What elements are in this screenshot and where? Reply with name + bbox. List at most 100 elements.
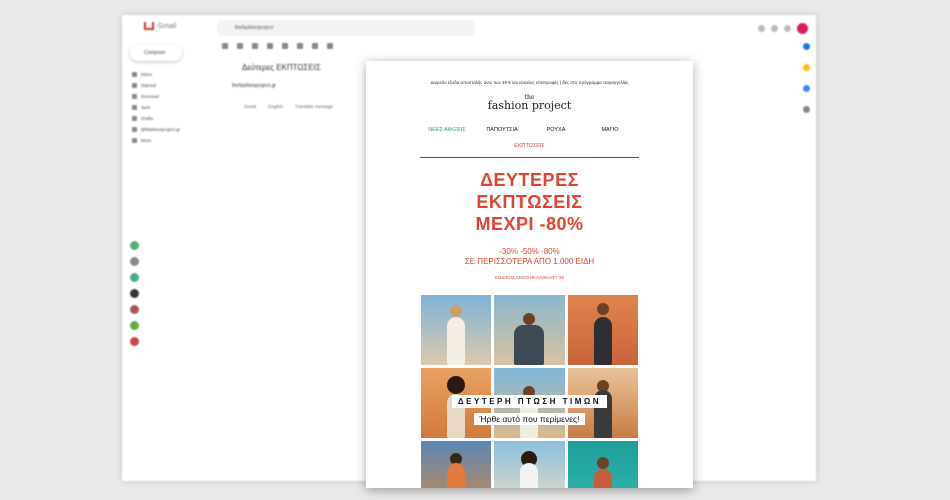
compose-button[interactable]: Compose [130, 45, 182, 61]
sidebar-item-label: Snoozed [141, 94, 159, 99]
add-icon[interactable] [802, 106, 810, 113]
sidebar-item-label: Sent [141, 105, 151, 110]
discount-subtitle: -30% -50% -80% ΣΕ ΠΕΡΙΣΣΟΤΕΡΑ ΑΠΟ 1.000 … [366, 247, 693, 267]
chat-item[interactable] [130, 285, 210, 301]
chat-item[interactable] [130, 253, 210, 269]
menu-sales[interactable]: ΕΚΠΤΩΣΕΙΣ [366, 143, 693, 149]
sidebar-item-sent[interactable]: Sent [132, 102, 180, 113]
item-count: ΣΕ ΠΕΡΙΣΣΟΤΕΡΑ ΑΠΟ 1.000 ΕΙΔΗ [464, 257, 595, 266]
chat-item[interactable] [130, 333, 210, 349]
draft-icon [132, 116, 137, 121]
compose-label: Compose [144, 50, 166, 56]
calendar-icon[interactable] [802, 43, 810, 50]
sidebar-item-drafts[interactable]: Drafts [132, 113, 180, 124]
head-shape [596, 303, 609, 315]
avatar [130, 256, 139, 266]
mail-icon[interactable] [282, 43, 288, 49]
search-value: thefashionproject [235, 25, 274, 31]
discount-tiers: -30% -50% -80% [499, 247, 560, 256]
menu-shoes[interactable]: ΠΑΠΟΥΤΣΙΑ [486, 127, 517, 133]
avatar [130, 272, 139, 282]
gmail-m-icon [144, 22, 154, 30]
source-language[interactable]: Greek [244, 104, 256, 109]
divider [420, 157, 639, 158]
price-drop-overlay[interactable]: ΔΕΥΤΕΡΗ ΠΤΩΣΗ ΤΙΜΩΝ Ήρθε αυτό που περίμε… [366, 391, 693, 427]
avatar [130, 336, 139, 346]
sidebar-item-label: Inbox [141, 72, 153, 77]
head-shape [596, 457, 609, 469]
avatar [130, 304, 139, 314]
newsletter-email: Δωρεάν έξοδα αποστολής άνω των 49 € και … [366, 61, 693, 488]
tasks-icon[interactable] [802, 85, 810, 92]
model-photo [421, 295, 492, 365]
sidebar-item-snoozed[interactable]: Snoozed [132, 91, 180, 102]
figure-shape [447, 317, 466, 365]
translate-bar: Greek English Translate message [244, 104, 333, 109]
sidebar-nav: Inbox Starred Snoozed Sent Drafts @tfash… [132, 69, 180, 146]
figure-shape [593, 469, 612, 488]
model-photo [494, 295, 565, 365]
figure-shape [514, 325, 545, 365]
chat-item[interactable] [130, 301, 210, 317]
side-panel [800, 43, 812, 113]
chat-item[interactable] [130, 317, 210, 333]
clock-icon[interactable] [297, 43, 303, 49]
keep-icon[interactable] [802, 64, 810, 71]
search-input[interactable]: thefashionproject [217, 20, 475, 36]
translate-link[interactable]: Translate message [295, 104, 333, 109]
apps-icon[interactable] [784, 25, 791, 32]
price-drop-tagline: Ήρθε αυτό που περίμενες! [473, 413, 586, 425]
gmail-app-name: Gmail [158, 22, 177, 30]
model-photo [494, 441, 565, 488]
figure-shape [447, 463, 466, 488]
chat-list [130, 237, 210, 349]
menu-clothes[interactable]: ΡΟΥΧΑ [547, 127, 566, 133]
headline-line: ΕΚΠΤΩΣΕΙΣ [476, 192, 583, 212]
message-toolbar [222, 43, 333, 49]
avatar [130, 240, 139, 250]
sale-headline[interactable]: ΔΕΥΤΕΡΕΣ ΕΚΠΤΩΣΕΙΣ ΜΕΧΡΙ -80% [366, 169, 693, 235]
gmail-logo[interactable]: Gmail [144, 22, 176, 30]
sidebar-item-inbox[interactable]: Inbox [132, 69, 180, 80]
back-icon[interactable] [222, 43, 228, 49]
sidebar-item-label: More [141, 138, 152, 143]
hat-shape [450, 305, 463, 317]
avatar[interactable] [797, 23, 808, 34]
settings-icon[interactable] [771, 25, 778, 32]
avatar [130, 320, 139, 330]
sidebar-item-label: Starred [141, 83, 156, 88]
sidebar-item-label: @tfashionproject.gr [141, 127, 181, 132]
label-icon [132, 127, 137, 132]
inbox-icon [132, 72, 137, 77]
model-photo [421, 441, 492, 488]
star-icon [132, 83, 137, 88]
chat-item[interactable] [130, 237, 210, 253]
headline-line: ΜΕΧΡΙ -80% [475, 214, 584, 234]
shipping-banner[interactable]: Δωρεάν έξοδα αποστολής άνω των 49 € και … [366, 80, 693, 85]
figure-shape [520, 463, 539, 488]
send-icon [132, 105, 137, 110]
report-icon[interactable] [252, 43, 258, 49]
price-drop-title: ΔΕΥΤΕΡΗ ΠΤΩΣΗ ΤΙΜΩΝ [451, 395, 608, 408]
target-language[interactable]: English [268, 104, 283, 109]
delete-icon[interactable] [267, 43, 273, 49]
brand-logo[interactable]: the fashion project [366, 94, 693, 111]
archive-icon[interactable] [237, 43, 243, 49]
menu-swimwear[interactable]: ΜΑΓΙΟ [601, 127, 618, 133]
sidebar-item-more[interactable]: More [132, 135, 180, 146]
help-icon[interactable] [758, 25, 765, 32]
model-photo [567, 295, 638, 365]
sidebar-item-label-folder[interactable]: @tfashionproject.gr [132, 124, 180, 135]
promo-code: ΚΩΔΙΚΟΣ ΑΝΟΙΞΗΚΑΛΟΚΑΙΡΙ '20 [495, 275, 564, 280]
email-subject: Δεύτερες ΕΚΠΤΩΣΕΙΣ [242, 63, 321, 72]
sidebar-item-starred[interactable]: Starred [132, 80, 180, 91]
avatar [130, 288, 139, 298]
more-icon[interactable] [327, 43, 333, 49]
gmail-topbar: Gmail thefashionproject [122, 15, 816, 41]
label-icon[interactable] [312, 43, 318, 49]
head-shape [523, 313, 536, 325]
clock-icon [132, 94, 137, 99]
menu-new-arrivals[interactable]: ΝΕΕΣ ΑΦΙΞΕΙΣ [428, 127, 466, 133]
chat-item[interactable] [130, 269, 210, 285]
email-sender: thefashionproject.gr [232, 83, 276, 89]
